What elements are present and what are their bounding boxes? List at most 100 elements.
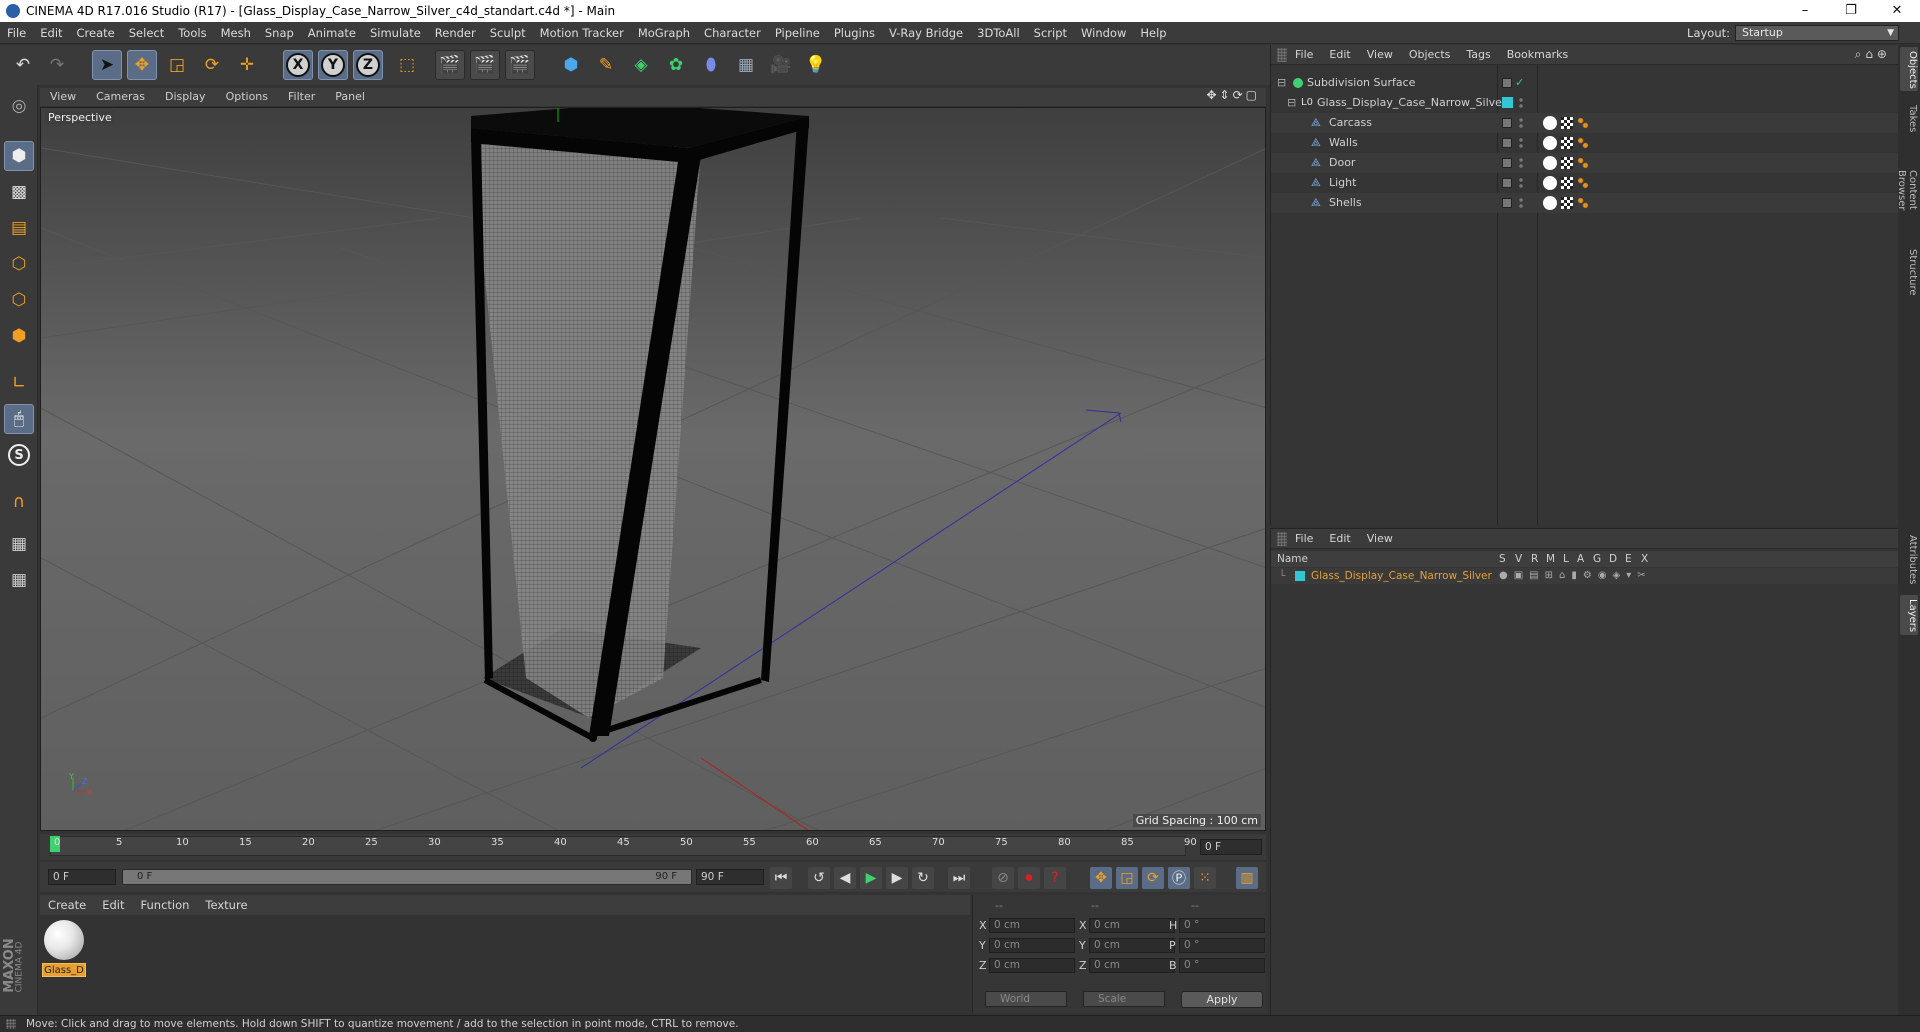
key-scale-button[interactable]: ◲ bbox=[1116, 867, 1138, 889]
model-mode-button[interactable]: ⬢ bbox=[4, 141, 34, 171]
coordinate-space-dropdown[interactable]: World bbox=[985, 991, 1067, 1007]
material-tag-icon[interactable] bbox=[1543, 176, 1557, 190]
enabled-check-icon[interactable]: ✓ bbox=[1515, 73, 1524, 93]
drag-handle-icon[interactable] bbox=[1277, 47, 1287, 62]
menu-pipeline[interactable]: Pipeline bbox=[768, 22, 827, 44]
selection-tag-icon[interactable] bbox=[1577, 177, 1589, 189]
menu-select[interactable]: Select bbox=[122, 22, 171, 44]
rotation-h-field[interactable]: 0 ° bbox=[1179, 918, 1265, 933]
coordinate-system-button[interactable]: ⬚ bbox=[392, 50, 422, 80]
menu-3dtoall[interactable]: 3DToAll bbox=[970, 22, 1027, 44]
tab-structure[interactable]: Structure bbox=[1900, 245, 1918, 297]
material-menu-create[interactable]: Create bbox=[40, 895, 94, 915]
visibility-dots[interactable] bbox=[1519, 97, 1523, 109]
tab-layers[interactable]: Layers bbox=[1900, 595, 1918, 635]
objects-menu-edit[interactable]: Edit bbox=[1321, 45, 1358, 65]
add-cloner-button[interactable]: ✿ bbox=[661, 50, 691, 80]
add-spline-pen-button[interactable]: ✎ bbox=[591, 50, 621, 80]
tab-objects[interactable]: Objects bbox=[1900, 47, 1918, 91]
texture-tag-icon[interactable] bbox=[1561, 157, 1573, 169]
render-view-button[interactable]: 🎬 bbox=[435, 50, 465, 80]
add-floor-button[interactable]: ▦ bbox=[731, 50, 761, 80]
selection-tag-icon[interactable] bbox=[1577, 197, 1589, 209]
undo-button[interactable]: ↶ bbox=[8, 50, 38, 80]
menu-animate[interactable]: Animate bbox=[301, 22, 363, 44]
start-frame-field[interactable]: 0 F bbox=[48, 869, 116, 885]
viewport-menu-panel[interactable]: Panel bbox=[325, 88, 375, 106]
menu-snap[interactable]: Snap bbox=[258, 22, 301, 44]
go-to-end-button[interactable]: ⏭ bbox=[948, 867, 970, 889]
collapse-toggle-icon[interactable]: ⊟ bbox=[1277, 73, 1286, 93]
render-picture-viewer-button[interactable]: 🎬 bbox=[470, 50, 500, 80]
next-frame-button[interactable]: ▶ bbox=[886, 867, 908, 889]
add-deformer-button[interactable]: ⬮ bbox=[696, 50, 726, 80]
rotate-tool-button[interactable]: ⟳ bbox=[197, 50, 227, 80]
viewport-menu-cameras[interactable]: Cameras bbox=[86, 88, 155, 106]
menu-character[interactable]: Character bbox=[697, 22, 768, 44]
menu-script[interactable]: Script bbox=[1027, 22, 1074, 44]
rotation-p-field[interactable]: 0 ° bbox=[1179, 938, 1265, 953]
menu-mograph[interactable]: MoGraph bbox=[631, 22, 697, 44]
close-button[interactable]: ✕ bbox=[1874, 0, 1920, 22]
menu-motion-tracker[interactable]: Motion Tracker bbox=[533, 22, 631, 44]
objects-menu-objects[interactable]: Objects bbox=[1401, 45, 1459, 65]
selection-tag-icon[interactable] bbox=[1577, 157, 1589, 169]
redo-button[interactable]: ↷ bbox=[42, 50, 72, 80]
object-row-glass-display-case[interactable]: ⊟ L0 Glass_Display_Case_Narrow_Silver bbox=[1271, 93, 1899, 113]
selection-tag-icon[interactable] bbox=[1577, 137, 1589, 149]
maximize-button[interactable]: ❐ bbox=[1828, 0, 1874, 22]
viewport-menu-view[interactable]: View bbox=[40, 88, 86, 106]
visibility-dots[interactable] bbox=[1519, 117, 1523, 129]
object-row-light[interactable]: ⟁ Light bbox=[1271, 173, 1899, 193]
drag-handle-icon[interactable] bbox=[1277, 531, 1287, 546]
scale-tool-button[interactable]: ◲ bbox=[162, 50, 192, 80]
timeline-ruler[interactable]: 0 5 10 15 20 25 30 35 40 45 50 55 60 65 … bbox=[40, 834, 1266, 860]
play-button[interactable]: ▶ bbox=[860, 867, 882, 889]
position-y-field[interactable]: 0 cm bbox=[989, 938, 1075, 953]
recent-tool-button[interactable]: ✛ bbox=[232, 50, 262, 80]
end-frame-field[interactable]: 90 F bbox=[696, 869, 764, 885]
editor-visibility-toggle[interactable] bbox=[1502, 178, 1512, 188]
collapse-toggle-icon[interactable]: ⊟ bbox=[1287, 93, 1296, 113]
autokey-button[interactable]: ⏺ bbox=[1018, 867, 1040, 889]
key-parameter-button[interactable]: Ⓟ bbox=[1168, 867, 1190, 889]
edit-render-settings-button[interactable]: 🎬 bbox=[505, 50, 535, 80]
minimize-button[interactable]: – bbox=[1782, 0, 1828, 22]
layout-dropdown[interactable]: Startup ▼ bbox=[1735, 25, 1899, 41]
menu-render[interactable]: Render bbox=[428, 22, 483, 44]
snap-button[interactable]: ∩ bbox=[4, 487, 34, 517]
size-y-field[interactable]: 0 cm bbox=[1089, 938, 1175, 953]
layers-menu-file[interactable]: File bbox=[1287, 529, 1321, 549]
objects-menu-bookmarks[interactable]: Bookmarks bbox=[1499, 45, 1576, 65]
points-mode-button[interactable]: ⬡ bbox=[4, 249, 34, 279]
tab-takes[interactable]: Takes bbox=[1900, 101, 1918, 135]
live-selection-button[interactable]: ➤ bbox=[92, 50, 122, 80]
visibility-dots[interactable] bbox=[1519, 137, 1523, 149]
keyframe-selection-button[interactable]: ? bbox=[1044, 867, 1066, 889]
edges-mode-button[interactable]: ⬡ bbox=[4, 285, 34, 315]
editor-visibility-toggle[interactable] bbox=[1502, 138, 1512, 148]
size-x-field[interactable]: 0 cm bbox=[1089, 918, 1175, 933]
tab-content-browser[interactable]: Content Browser bbox=[1896, 145, 1918, 235]
key-position-button[interactable]: ✥ bbox=[1090, 867, 1112, 889]
size-mode-dropdown[interactable]: Scale bbox=[1083, 991, 1165, 1007]
menu-simulate[interactable]: Simulate bbox=[363, 22, 428, 44]
material-menu-function[interactable]: Function bbox=[133, 895, 198, 915]
menu-file[interactable]: File bbox=[0, 22, 33, 44]
viewport-menu-options[interactable]: Options bbox=[216, 88, 278, 106]
object-row-shells[interactable]: ⟁ Shells bbox=[1271, 193, 1899, 213]
objects-menu-tags[interactable]: Tags bbox=[1458, 45, 1498, 65]
key-rotation-button[interactable]: ⟳ bbox=[1142, 867, 1164, 889]
material-menu-edit[interactable]: Edit bbox=[94, 895, 132, 915]
editor-visibility-toggle[interactable] bbox=[1502, 198, 1512, 208]
visibility-dots[interactable] bbox=[1519, 157, 1523, 169]
key-pla-button[interactable]: ⁙ bbox=[1194, 867, 1216, 889]
position-z-field[interactable]: 0 cm bbox=[989, 958, 1075, 973]
object-row-walls[interactable]: ⟁ Walls bbox=[1271, 133, 1899, 153]
make-editable-button[interactable]: ◎ bbox=[4, 91, 34, 121]
record-keys-button[interactable]: ⊘ bbox=[992, 867, 1014, 889]
add-light-button[interactable]: 💡 bbox=[801, 50, 831, 80]
move-tool-button[interactable]: ✥ bbox=[127, 50, 157, 80]
rotation-b-field[interactable]: 0 ° bbox=[1179, 958, 1265, 973]
axis-mode-button[interactable]: ∟ bbox=[4, 368, 34, 398]
